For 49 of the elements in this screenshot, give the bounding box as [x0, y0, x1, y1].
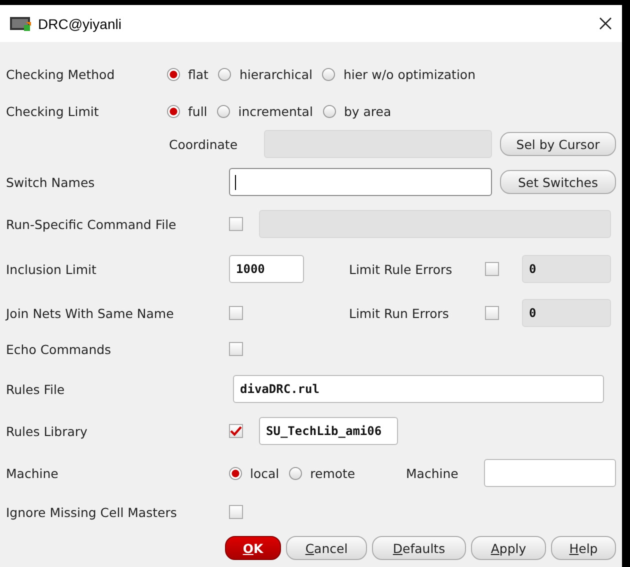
- rules-library-field[interactable]: SU_TechLib_ami06: [259, 417, 398, 445]
- radio-label: full: [188, 104, 208, 118]
- radio-label: by area: [344, 104, 392, 118]
- radio-button[interactable]: [167, 104, 180, 118]
- field-label: Coordinate: [169, 136, 238, 152]
- field-label: Limit Run Errors: [349, 306, 449, 320]
- dialog-button[interactable]: Apply: [471, 536, 546, 560]
- radio-button[interactable]: [322, 68, 336, 80]
- field-label: Run-Specific Command File: [6, 216, 176, 232]
- field-label: Rules Library: [6, 424, 88, 438]
- radio-button[interactable]: [167, 68, 180, 80]
- field-label: Switch Names: [6, 174, 95, 190]
- checkbox[interactable]: [229, 505, 243, 519]
- checkbox[interactable]: [229, 306, 243, 320]
- radio-button[interactable]: [322, 104, 336, 118]
- radio-label: flat: [188, 66, 208, 82]
- field-label: Rules File: [6, 382, 65, 396]
- checkbox[interactable]: [229, 342, 243, 356]
- radio-button[interactable]: [218, 68, 232, 80]
- field-label: Inclusion Limit: [6, 262, 96, 276]
- field-label: Limit Rule Errors: [349, 262, 452, 276]
- dialog-button[interactable]: Defaults: [372, 536, 466, 560]
- dialog-button[interactable]: OK: [225, 536, 281, 560]
- field-label: Echo Commands: [6, 342, 112, 356]
- machine-field[interactable]: [484, 459, 616, 487]
- radio-label: hier w/o optimization: [343, 66, 476, 82]
- field-label: Checking Limit: [6, 104, 99, 118]
- field-label: Ignore Missing Cell Masters: [6, 504, 177, 520]
- window-title: DRC@yiyanli: [38, 16, 122, 32]
- radio-button[interactable]: [289, 466, 302, 480]
- app-icon: [10, 16, 32, 32]
- field-label: Machine: [406, 466, 458, 480]
- field-label: Machine: [6, 466, 58, 480]
- inclusion-limit-field[interactable]: 1000: [229, 255, 304, 283]
- rules-file-field[interactable]: divaDRC.rul: [233, 375, 604, 403]
- field-label: Checking Method: [6, 66, 115, 82]
- close-icon[interactable]: [599, 17, 612, 30]
- set-switches-button[interactable]: Set Switches: [500, 170, 616, 194]
- radio-label: incremental: [238, 104, 313, 118]
- radio-label: local: [250, 466, 280, 480]
- dialog-button[interactable]: Cancel: [286, 536, 367, 560]
- dialog-button[interactable]: Help: [551, 536, 616, 560]
- radio-button[interactable]: [217, 104, 230, 118]
- checkbox[interactable]: [229, 424, 243, 438]
- radio-label: hierarchical: [239, 66, 312, 82]
- field-label: Join Nets With Same Name: [6, 306, 174, 320]
- switch-names-field[interactable]: [229, 168, 492, 196]
- radio-label: remote: [310, 466, 356, 480]
- radio-button[interactable]: [229, 466, 242, 480]
